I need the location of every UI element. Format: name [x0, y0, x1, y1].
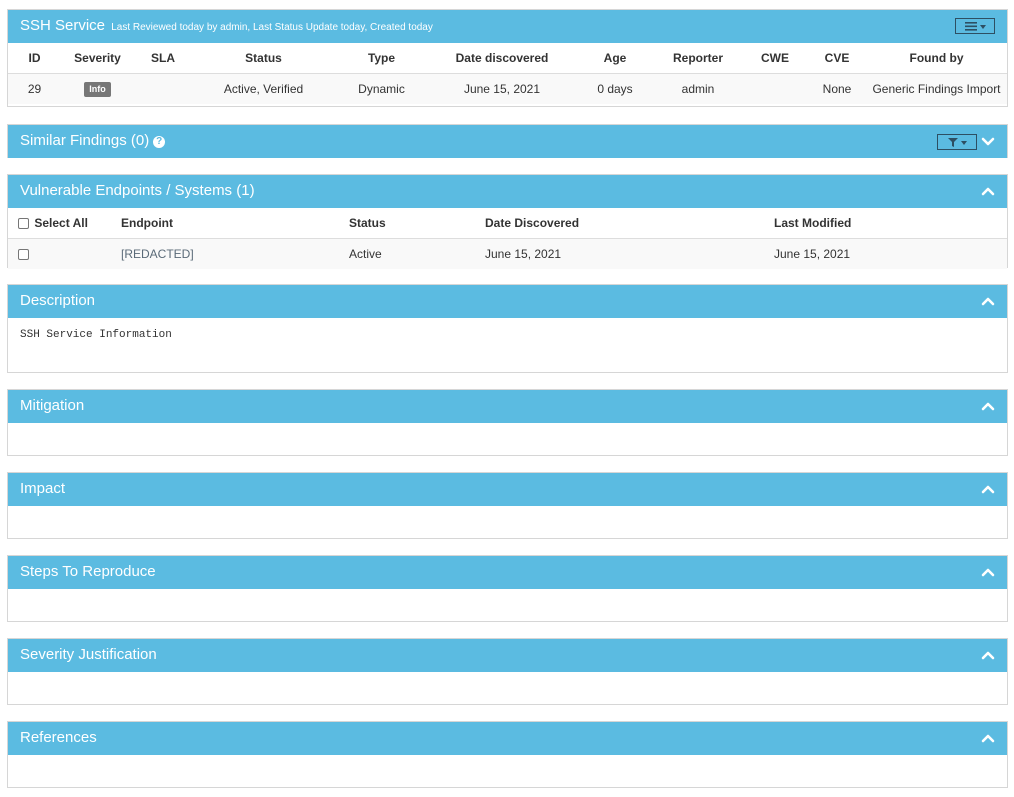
- finding-table-header: ID Severity SLA Status Type Date discove…: [8, 43, 1007, 74]
- col-found-by: Found by: [866, 43, 1007, 74]
- severity-justification-panel: Severity Justification: [7, 638, 1008, 705]
- mitigation-title: Mitigation: [20, 397, 85, 414]
- col-reporter: Reporter: [654, 43, 742, 74]
- endpoint-date-discovered-value: June 15, 2021: [481, 238, 770, 269]
- select-all-checkbox[interactable]: [18, 218, 29, 230]
- caret-down-icon: [980, 25, 986, 29]
- references-body: [8, 755, 1007, 787]
- vulnerable-endpoints-panel: Vulnerable Endpoints / Systems (1) Selec…: [7, 174, 1008, 269]
- references-panel: References: [7, 721, 1008, 788]
- impact-body: [8, 506, 1007, 538]
- endpoint-link[interactable]: [REDACTED]: [117, 238, 345, 269]
- date-discovered-value: June 15, 2021: [428, 73, 576, 104]
- chevron-up-icon[interactable]: [981, 184, 995, 198]
- similar-findings-panel: Similar Findings (0)?: [7, 124, 1008, 158]
- finding-panel-header: SSH Service Last Reviewed today by admin…: [8, 10, 1007, 43]
- endpoints-table: Select All Endpoint Status Date Discover…: [8, 208, 1007, 269]
- chevron-up-icon[interactable]: [981, 648, 995, 662]
- filter-icon: [948, 138, 958, 147]
- col-endpoint-status: Status: [345, 208, 481, 239]
- chevron-up-icon[interactable]: [981, 399, 995, 413]
- severity-justification-header[interactable]: Severity Justification: [8, 639, 1007, 672]
- impact-header[interactable]: Impact: [8, 473, 1007, 506]
- chevron-up-icon[interactable]: [981, 731, 995, 745]
- vulnerable-endpoints-header[interactable]: Vulnerable Endpoints / Systems (1): [8, 175, 1007, 208]
- description-body: SSH Service Information: [20, 329, 172, 341]
- col-endpoint-date-discovered: Date Discovered: [481, 208, 770, 239]
- steps-to-reproduce-header[interactable]: Steps To Reproduce: [8, 556, 1007, 589]
- finding-title: SSH Service: [20, 17, 106, 34]
- chevron-up-icon[interactable]: [981, 565, 995, 579]
- help-icon[interactable]: ?: [153, 136, 166, 148]
- endpoint-checkbox[interactable]: [18, 249, 29, 261]
- finding-menu-button[interactable]: [955, 18, 995, 34]
- col-endpoint: Endpoint: [117, 208, 345, 239]
- finding-table: ID Severity SLA Status Type Date discove…: [8, 43, 1007, 104]
- similar-findings-title: Similar Findings (0): [20, 132, 150, 149]
- similar-findings-header[interactable]: Similar Findings (0)?: [8, 125, 1007, 158]
- hamburger-menu-icon: [965, 22, 977, 31]
- col-date-discovered: Date discovered: [428, 43, 576, 74]
- finding-panel: SSH Service Last Reviewed today by admin…: [7, 9, 1008, 107]
- found-by-value: Generic Findings Import: [866, 73, 1007, 104]
- cwe-value: [742, 73, 808, 104]
- status-value: Active, Verified: [192, 73, 335, 104]
- table-row: 29 Info Active, Verified Dynamic June 15…: [8, 73, 1007, 104]
- col-id: ID: [8, 43, 61, 74]
- finding-id: 29: [8, 73, 61, 104]
- sla-value: [134, 73, 192, 104]
- col-cwe: CWE: [742, 43, 808, 74]
- steps-to-reproduce-title: Steps To Reproduce: [20, 563, 156, 580]
- vulnerable-endpoints-title: Vulnerable Endpoints / Systems (1): [20, 182, 255, 199]
- endpoint-select-cell: [8, 238, 117, 269]
- description-header[interactable]: Description: [8, 285, 1007, 318]
- endpoint-value[interactable]: [REDACTED]: [121, 247, 194, 261]
- mitigation-header[interactable]: Mitigation: [8, 390, 1007, 423]
- severity-badge: Info: [84, 81, 111, 97]
- type-value: Dynamic: [335, 73, 428, 104]
- references-title: References: [20, 729, 97, 746]
- severity-justification-body: [8, 672, 1007, 704]
- cve-value: None: [808, 73, 866, 104]
- description-panel: Description SSH Service Information: [7, 284, 1008, 373]
- reporter-value: admin: [654, 73, 742, 104]
- endpoint-last-modified-value: June 15, 2021: [770, 238, 1007, 269]
- col-endpoint-last-modified: Last Modified: [770, 208, 1007, 239]
- col-cve: CVE: [808, 43, 866, 74]
- similar-filter-button[interactable]: [937, 134, 977, 150]
- chevron-up-icon[interactable]: [981, 482, 995, 496]
- caret-down-icon: [961, 141, 967, 145]
- endpoints-table-header: Select All Endpoint Status Date Discover…: [8, 208, 1007, 239]
- col-sla: SLA: [134, 43, 192, 74]
- steps-to-reproduce-panel: Steps To Reproduce: [7, 555, 1008, 622]
- chevron-up-icon[interactable]: [981, 294, 995, 308]
- col-severity: Severity: [61, 43, 134, 74]
- mitigation-panel: Mitigation: [7, 389, 1008, 456]
- col-status: Status: [192, 43, 335, 74]
- references-header[interactable]: References: [8, 722, 1007, 755]
- age-value: 0 days: [576, 73, 654, 104]
- col-type: Type: [335, 43, 428, 74]
- select-all-header: Select All: [8, 208, 117, 239]
- severity-justification-title: Severity Justification: [20, 646, 157, 663]
- mitigation-body: [8, 423, 1007, 455]
- col-age: Age: [576, 43, 654, 74]
- description-title: Description: [20, 292, 96, 309]
- steps-to-reproduce-body: [8, 589, 1007, 621]
- select-all-label: Select All: [34, 216, 88, 230]
- impact-title: Impact: [20, 480, 66, 497]
- finding-subtitle: Last Reviewed today by admin, Last Statu…: [111, 22, 433, 33]
- severity-cell: Info: [61, 73, 134, 104]
- chevron-down-icon[interactable]: [981, 135, 995, 149]
- endpoint-status-value: Active: [345, 238, 481, 269]
- table-row: [REDACTED] Active June 15, 2021 June 15,…: [8, 238, 1007, 269]
- impact-panel: Impact: [7, 472, 1008, 539]
